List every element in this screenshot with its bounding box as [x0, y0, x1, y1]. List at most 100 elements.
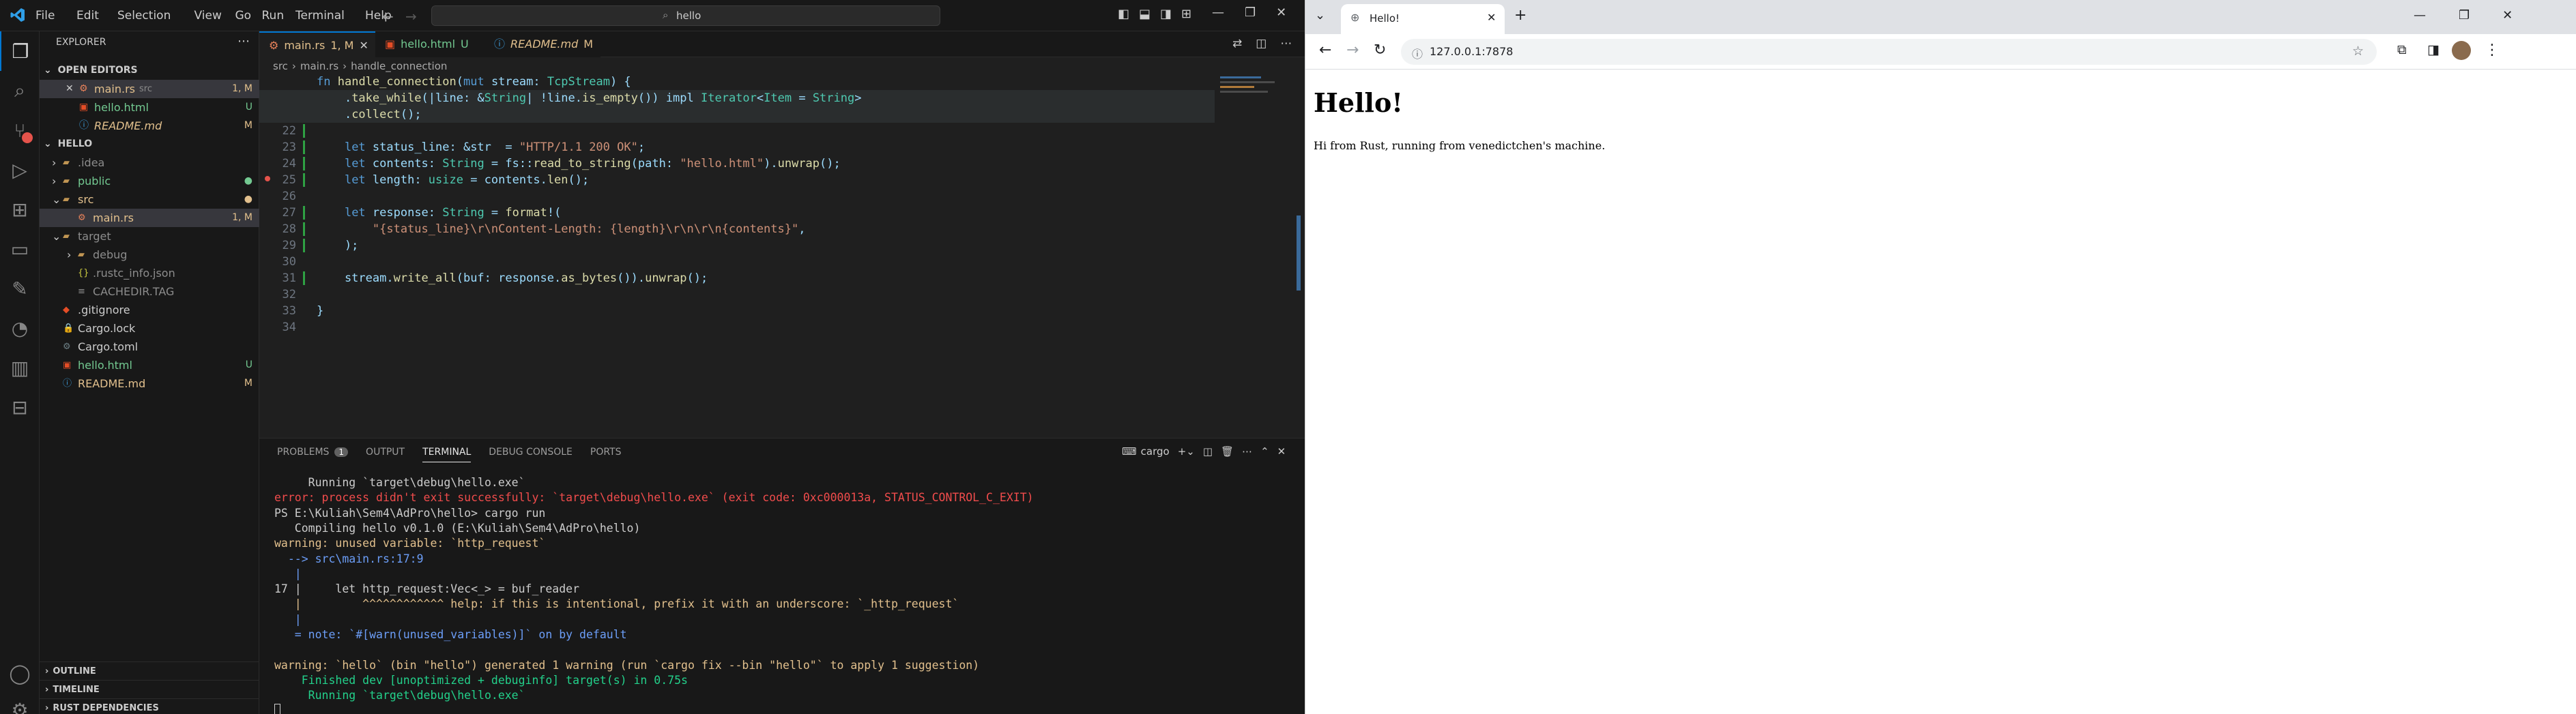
- code-line[interactable]: .take_while(|line: &String| !line.is_emp…: [259, 90, 1215, 106]
- maximize-panel-icon[interactable]: ⌃: [1260, 445, 1269, 458]
- open-editor-item[interactable]: ⓘ README.md M: [40, 117, 259, 135]
- tab-main-rs[interactable]: ⚙ main.rs 1, M ✕: [259, 31, 375, 57]
- address-bar[interactable]: ⓘ 127.0.0.1:7878 ☆: [1401, 39, 2377, 65]
- file-tree-item[interactable]: ⓘ README.md M: [40, 374, 259, 393]
- close-icon[interactable]: ✕: [66, 80, 74, 98]
- command-center-search[interactable]: ⌕ hello: [431, 5, 940, 26]
- minimap[interactable]: [1220, 74, 1288, 115]
- split-editor-icon[interactable]: ◫: [1256, 37, 1267, 50]
- toggle-panel-icon[interactable]: ⬓: [1139, 7, 1150, 21]
- close-tab-icon[interactable]: ✕: [353, 39, 368, 52]
- minimize-icon[interactable]: —: [1212, 5, 1224, 20]
- customize-layout-icon[interactable]: ⊞: [1181, 7, 1191, 21]
- split-terminal-icon[interactable]: ◫: [1203, 445, 1213, 458]
- manage-gear-icon[interactable]: ⚙: [0, 690, 40, 714]
- code-line[interactable]: 23 let status_line: &str = "HTTP/1.1 200…: [259, 139, 1215, 155]
- menu-terminal[interactable]: Terminal: [295, 9, 345, 23]
- panel-tab-problems[interactable]: PROBLEMS 1: [277, 447, 349, 462]
- maximize-icon[interactable]: ❐: [2459, 8, 2470, 23]
- code-line[interactable]: 28 "{status_line}\r\nContent-Length: {le…: [259, 221, 1215, 237]
- menu-file[interactable]: File: [35, 9, 55, 23]
- scrollbar[interactable]: [1297, 215, 1301, 291]
- menu-view[interactable]: View: [194, 9, 222, 23]
- sidebar-section-outline[interactable]: › OUTLINE: [40, 661, 259, 680]
- open-changes-icon[interactable]: ⇄: [1232, 37, 1242, 50]
- file-tree-item[interactable]: ≡ CACHEDIR.TAG: [40, 282, 259, 301]
- maximize-icon[interactable]: ❐: [1245, 5, 1256, 20]
- new-tab-icon[interactable]: +: [1514, 7, 1526, 24]
- charts-icon[interactable]: ▥: [0, 348, 40, 387]
- code-line[interactable]: 27 let response: String = format!(: [259, 205, 1215, 221]
- run-debug-icon[interactable]: ▷: [0, 150, 40, 190]
- minimize-icon[interactable]: —: [2414, 8, 2426, 23]
- file-tree-item[interactable]: ⚙ Cargo.toml: [40, 338, 259, 356]
- menu-selection[interactable]: Selection: [117, 9, 171, 23]
- file-tree-item[interactable]: ⌄ ▰ src ●: [40, 190, 259, 209]
- database-icon[interactable]: ⊟: [0, 387, 40, 427]
- more-actions-icon[interactable]: ⋯: [1280, 37, 1292, 50]
- terminal-selector[interactable]: ⌨ cargo: [1122, 445, 1170, 458]
- search-view-icon[interactable]: ⌕: [0, 71, 40, 110]
- account-icon[interactable]: ◯: [0, 653, 40, 693]
- code-line[interactable]: 25 let length: usize = contents.len();: [259, 172, 1215, 188]
- panel-tab-terminal[interactable]: TERMINAL: [422, 447, 472, 462]
- code-line[interactable]: 31 stream.write_all(buf: response.as_byt…: [259, 270, 1215, 286]
- file-tree-item[interactable]: ⌄ ▰ target: [40, 227, 259, 246]
- code-line[interactable]: 30: [259, 254, 1215, 270]
- extensions-icon[interactable]: ⧉: [2397, 42, 2407, 57]
- explorer-icon[interactable]: ❐: [0, 31, 40, 71]
- sidebar-section-timeline[interactable]: › TIMELINE: [40, 680, 259, 698]
- panel-tab-ports[interactable]: PORTS: [590, 447, 622, 462]
- remote-explorer-icon[interactable]: ▭: [0, 229, 40, 269]
- code-line[interactable]: .collect();: [259, 106, 1215, 123]
- close-window-icon[interactable]: ✕: [2502, 8, 2513, 23]
- timeline-icon[interactable]: ◔: [0, 308, 40, 348]
- breadcrumb-item[interactable]: handle_connection: [351, 60, 447, 72]
- python-icon[interactable]: ✎: [0, 269, 40, 308]
- terminal-output[interactable]: Running `target\debug\hello.exe` error: p…: [259, 475, 1283, 714]
- file-tree-item[interactable]: › ▰ .idea: [40, 153, 259, 172]
- forward-arrow-icon[interactable]: →: [405, 8, 417, 25]
- trash-icon[interactable]: 🗑: [1221, 445, 1234, 458]
- code-line[interactable]: 33}: [259, 303, 1215, 319]
- tab-search-icon[interactable]: ⌄: [1315, 8, 1325, 23]
- open-editor-item[interactable]: ✕ ⚙ main.rs src 1, M: [40, 80, 259, 98]
- file-tree-item[interactable]: › ▰ public ●: [40, 172, 259, 190]
- more-actions-icon[interactable]: ⋯: [237, 34, 250, 48]
- panel-tab-output[interactable]: OUTPUT: [366, 447, 405, 462]
- project-header[interactable]: ⌄ HELLO: [40, 135, 259, 153]
- more-actions-icon[interactable]: ⋯: [1242, 445, 1252, 458]
- tab-README-md[interactable]: ⓘ README.md M: [484, 31, 600, 57]
- code-line[interactable]: 22: [259, 123, 1215, 139]
- close-window-icon[interactable]: ✕: [1276, 5, 1286, 20]
- code-line[interactable]: 32: [259, 286, 1215, 303]
- toggle-primary-sidebar-icon[interactable]: ◧: [1118, 7, 1129, 21]
- code-line[interactable]: 26: [259, 188, 1215, 205]
- forward-arrow-icon[interactable]: →: [1346, 42, 1359, 59]
- reload-icon[interactable]: ↻: [1374, 42, 1386, 59]
- panel-tab-debug-console[interactable]: DEBUG CONSOLE: [489, 447, 573, 462]
- menu-edit[interactable]: Edit: [76, 9, 99, 23]
- file-tree-item[interactable]: ▣ hello.html U: [40, 356, 259, 374]
- more-menu-icon[interactable]: ⋮: [2485, 42, 2500, 59]
- close-panel-icon[interactable]: ✕: [1277, 445, 1286, 458]
- open-editor-item[interactable]: ▣ hello.html U: [40, 98, 259, 117]
- source-control-icon[interactable]: ⑂: [0, 110, 40, 150]
- file-tree-item[interactable]: 🔒 Cargo.lock: [40, 319, 259, 338]
- menu-go[interactable]: Go: [235, 9, 252, 23]
- file-tree-item[interactable]: {} .rustc_info.json: [40, 264, 259, 282]
- sidebar-section-rust-dependencies[interactable]: › RUST DEPENDENCIES: [40, 698, 259, 714]
- file-tree-item[interactable]: ⚙ main.rs 1, M: [40, 209, 259, 227]
- close-tab-icon[interactable]: ✕: [1487, 11, 1496, 24]
- code-line[interactable]: 29 );: [259, 237, 1215, 254]
- toggle-secondary-sidebar-icon[interactable]: ◨: [1160, 7, 1172, 21]
- back-arrow-icon[interactable]: ←: [382, 8, 394, 25]
- avatar[interactable]: [2452, 41, 2471, 60]
- tab-hello-html[interactable]: ▣ hello.html U: [375, 31, 484, 57]
- breadcrumb-item[interactable]: src: [273, 60, 288, 72]
- site-info-icon[interactable]: ⓘ: [1412, 45, 1423, 61]
- side-panel-icon[interactable]: ◨: [2427, 42, 2440, 57]
- code-line[interactable]: 24 let contents: String = fs::read_to_st…: [259, 155, 1215, 172]
- file-tree-item[interactable]: ◆ .gitignore: [40, 301, 259, 319]
- bookmark-star-icon[interactable]: ☆: [2352, 44, 2364, 59]
